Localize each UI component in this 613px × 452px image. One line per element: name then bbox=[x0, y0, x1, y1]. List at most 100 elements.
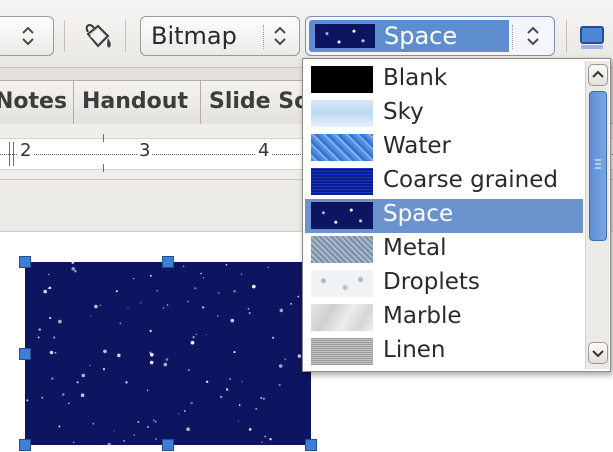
bitmap-swatch-space bbox=[315, 24, 375, 48]
star bbox=[76, 381, 79, 384]
area-style-select[interactable]: Bitmap bbox=[140, 16, 300, 56]
list-item-label: Blank bbox=[383, 65, 448, 91]
star bbox=[68, 402, 70, 405]
star bbox=[241, 380, 243, 383]
scroll-down-button[interactable] bbox=[588, 342, 608, 364]
star bbox=[49, 316, 52, 319]
list-item-label: Water bbox=[383, 133, 451, 159]
star bbox=[200, 272, 202, 275]
bitmap-swatch-space bbox=[311, 202, 373, 229]
bitmap-swatch-marble bbox=[311, 304, 373, 331]
star bbox=[269, 438, 272, 441]
list-item-coarse-grained[interactable]: Coarse grained bbox=[305, 165, 583, 199]
star bbox=[252, 284, 256, 289]
fill-color-icon[interactable] bbox=[577, 22, 607, 52]
bitmap-swatch-blank bbox=[311, 66, 373, 93]
star bbox=[132, 277, 135, 280]
bitmap-dropdown-list[interactable]: Blank Sky Water Coarse grained Space Met… bbox=[302, 58, 611, 372]
star bbox=[115, 290, 118, 293]
star bbox=[248, 428, 252, 431]
star bbox=[225, 263, 228, 266]
star bbox=[271, 336, 275, 339]
star bbox=[186, 427, 190, 431]
list-item-marble[interactable]: Marble bbox=[305, 301, 583, 335]
star bbox=[156, 289, 159, 292]
resize-handle-nw[interactable] bbox=[19, 256, 31, 268]
spin-arrows-icon[interactable] bbox=[269, 22, 291, 50]
resize-handle-s[interactable] bbox=[162, 439, 174, 451]
combo-divider bbox=[512, 25, 513, 49]
star bbox=[47, 273, 50, 276]
resize-handle-se[interactable] bbox=[305, 439, 317, 451]
list-scrollbar[interactable] bbox=[585, 61, 609, 369]
list-item-label: Droplets bbox=[383, 269, 480, 295]
star bbox=[147, 425, 149, 428]
star bbox=[233, 351, 236, 354]
resize-handle-sw[interactable] bbox=[19, 439, 31, 451]
list-item-label: Space bbox=[383, 201, 454, 227]
list-item-space[interactable]: Space bbox=[305, 199, 583, 233]
bitmap-swatch-water bbox=[311, 134, 373, 161]
space-filled-rectangle[interactable] bbox=[25, 262, 311, 445]
spin-arrows-icon[interactable] bbox=[17, 23, 39, 49]
star bbox=[133, 434, 136, 436]
star bbox=[237, 420, 240, 422]
star bbox=[206, 380, 209, 383]
star bbox=[140, 302, 142, 304]
bitmap-select[interactable]: Space bbox=[305, 16, 555, 56]
star bbox=[230, 318, 235, 323]
resize-handle-n[interactable] bbox=[162, 256, 174, 268]
list-item-label: Metal bbox=[383, 235, 447, 261]
list-item-blank[interactable]: Blank bbox=[305, 63, 583, 97]
star bbox=[267, 266, 270, 269]
star bbox=[155, 438, 157, 440]
star bbox=[58, 425, 61, 428]
star bbox=[103, 350, 105, 353]
bitmap-swatch-coarse bbox=[311, 168, 373, 195]
paint-bucket-icon[interactable] bbox=[80, 20, 116, 56]
list-item-linen[interactable]: Linen bbox=[305, 335, 583, 369]
list-item-metal[interactable]: Metal bbox=[305, 233, 583, 267]
star bbox=[166, 304, 169, 306]
star bbox=[74, 269, 77, 273]
scroll-thumb[interactable] bbox=[589, 91, 607, 241]
toolbar-separator bbox=[125, 20, 126, 52]
list-item-droplets[interactable]: Droplets bbox=[305, 267, 583, 301]
star bbox=[89, 364, 91, 367]
star bbox=[72, 441, 75, 444]
list-item-sky[interactable]: Sky bbox=[305, 97, 583, 131]
star bbox=[229, 378, 231, 380]
star bbox=[278, 364, 283, 368]
star bbox=[41, 396, 44, 399]
star bbox=[162, 306, 165, 309]
list-item-label: Sky bbox=[383, 99, 424, 125]
star bbox=[81, 373, 86, 378]
star bbox=[248, 311, 251, 315]
tab-handout[interactable]: Handout bbox=[73, 80, 201, 124]
star bbox=[26, 399, 29, 402]
tab-notes[interactable]: Notes bbox=[0, 80, 74, 124]
scroll-up-button[interactable] bbox=[588, 64, 608, 86]
star bbox=[123, 439, 126, 442]
star bbox=[149, 360, 154, 365]
star bbox=[190, 401, 193, 405]
resize-handle-w[interactable] bbox=[19, 348, 31, 360]
tab-label: Handout bbox=[82, 89, 188, 114]
bitmap-swatch-linen bbox=[311, 338, 373, 365]
star bbox=[51, 377, 54, 380]
star bbox=[92, 423, 95, 425]
star bbox=[233, 290, 236, 293]
bitmap-swatch-sky bbox=[311, 100, 373, 127]
star bbox=[53, 336, 56, 339]
star bbox=[192, 336, 195, 339]
star bbox=[278, 383, 281, 387]
line-width-spinner[interactable] bbox=[0, 16, 54, 56]
star bbox=[226, 388, 228, 390]
star bbox=[125, 381, 128, 384]
star bbox=[216, 315, 219, 317]
star bbox=[62, 393, 65, 396]
list-item-water[interactable]: Water bbox=[305, 131, 583, 165]
ruler-number: 3 bbox=[137, 140, 153, 161]
ruler-tick bbox=[103, 134, 104, 142]
spin-arrows-icon[interactable] bbox=[522, 22, 544, 50]
